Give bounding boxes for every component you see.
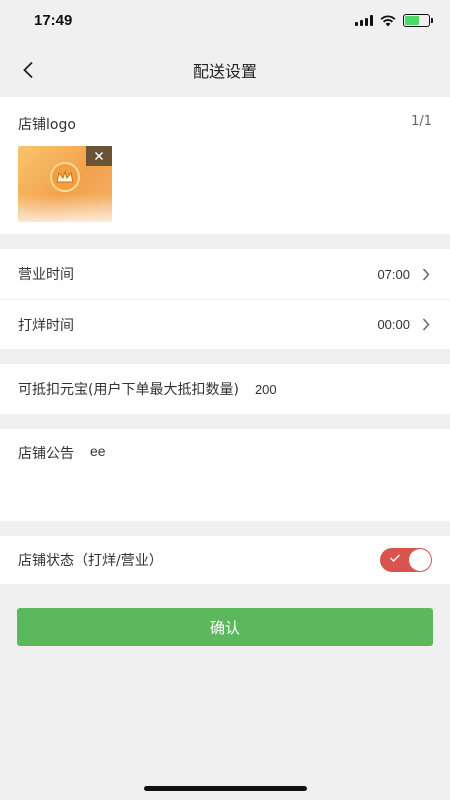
hours-section: 营业时间 07:00 打烊时间 00:00 — [0, 249, 450, 349]
divider-gap — [0, 414, 450, 429]
business-hours-row[interactable]: 营业时间 07:00 — [0, 249, 450, 299]
remove-logo-button[interactable] — [86, 146, 112, 166]
nav-bar: 配送设置 — [0, 44, 450, 96]
max-coins-value[interactable]: 200 — [255, 382, 277, 397]
status-bar: 17:49 — [0, 0, 450, 44]
status-icons — [355, 14, 433, 27]
business-hours-label: 营业时间 — [18, 267, 74, 283]
chevron-right-icon — [422, 318, 432, 332]
wifi-icon — [380, 14, 396, 26]
store-status-toggle[interactable] — [380, 548, 432, 572]
check-icon — [390, 554, 400, 562]
battery-icon — [403, 14, 433, 27]
logo-section: 店铺logo 1/1 — [0, 97, 450, 234]
close-icon — [94, 151, 104, 161]
store-status-label: 店铺状态（打烊/营业） — [18, 553, 163, 569]
store-status-row: 店铺状态（打烊/营业） — [0, 536, 450, 584]
divider-gap — [0, 521, 450, 536]
chevron-left-icon — [23, 61, 33, 79]
status-section: 店铺状态（打烊/营业） — [0, 536, 450, 584]
notice-input[interactable]: ee — [90, 443, 370, 459]
thumbnail-wave — [18, 194, 112, 222]
home-indicator — [144, 786, 307, 791]
divider-gap — [0, 349, 450, 364]
closing-time-row[interactable]: 打烊时间 00:00 — [0, 299, 450, 349]
max-coins-label: 可抵扣元宝(用户下单最大抵扣数量) — [18, 382, 239, 398]
toggle-knob — [409, 549, 431, 571]
logo-count: 1/1 — [411, 114, 432, 129]
notice-section: 店铺公告 ee — [0, 429, 450, 521]
crown-icon — [50, 162, 80, 192]
chevron-right-icon — [422, 267, 432, 281]
divider-gap — [0, 234, 450, 249]
closing-time-value: 00:00 — [377, 317, 410, 332]
back-button[interactable] — [14, 56, 42, 84]
status-time: 17:49 — [34, 12, 73, 29]
coins-section: 可抵扣元宝(用户下单最大抵扣数量) 200 — [0, 364, 450, 414]
logo-label: 店铺logo — [18, 117, 76, 133]
confirm-button[interactable]: 确认 — [17, 608, 433, 646]
confirm-wrap: 确认 — [0, 584, 450, 646]
signal-icon — [355, 15, 373, 26]
max-coins-row[interactable]: 可抵扣元宝(用户下单最大抵扣数量) 200 — [0, 364, 450, 414]
closing-time-label: 打烊时间 — [18, 317, 74, 334]
business-hours-value: 07:00 — [377, 266, 410, 282]
notice-label: 店铺公告 — [18, 446, 74, 462]
page-title: 配送设置 — [192, 62, 257, 81]
